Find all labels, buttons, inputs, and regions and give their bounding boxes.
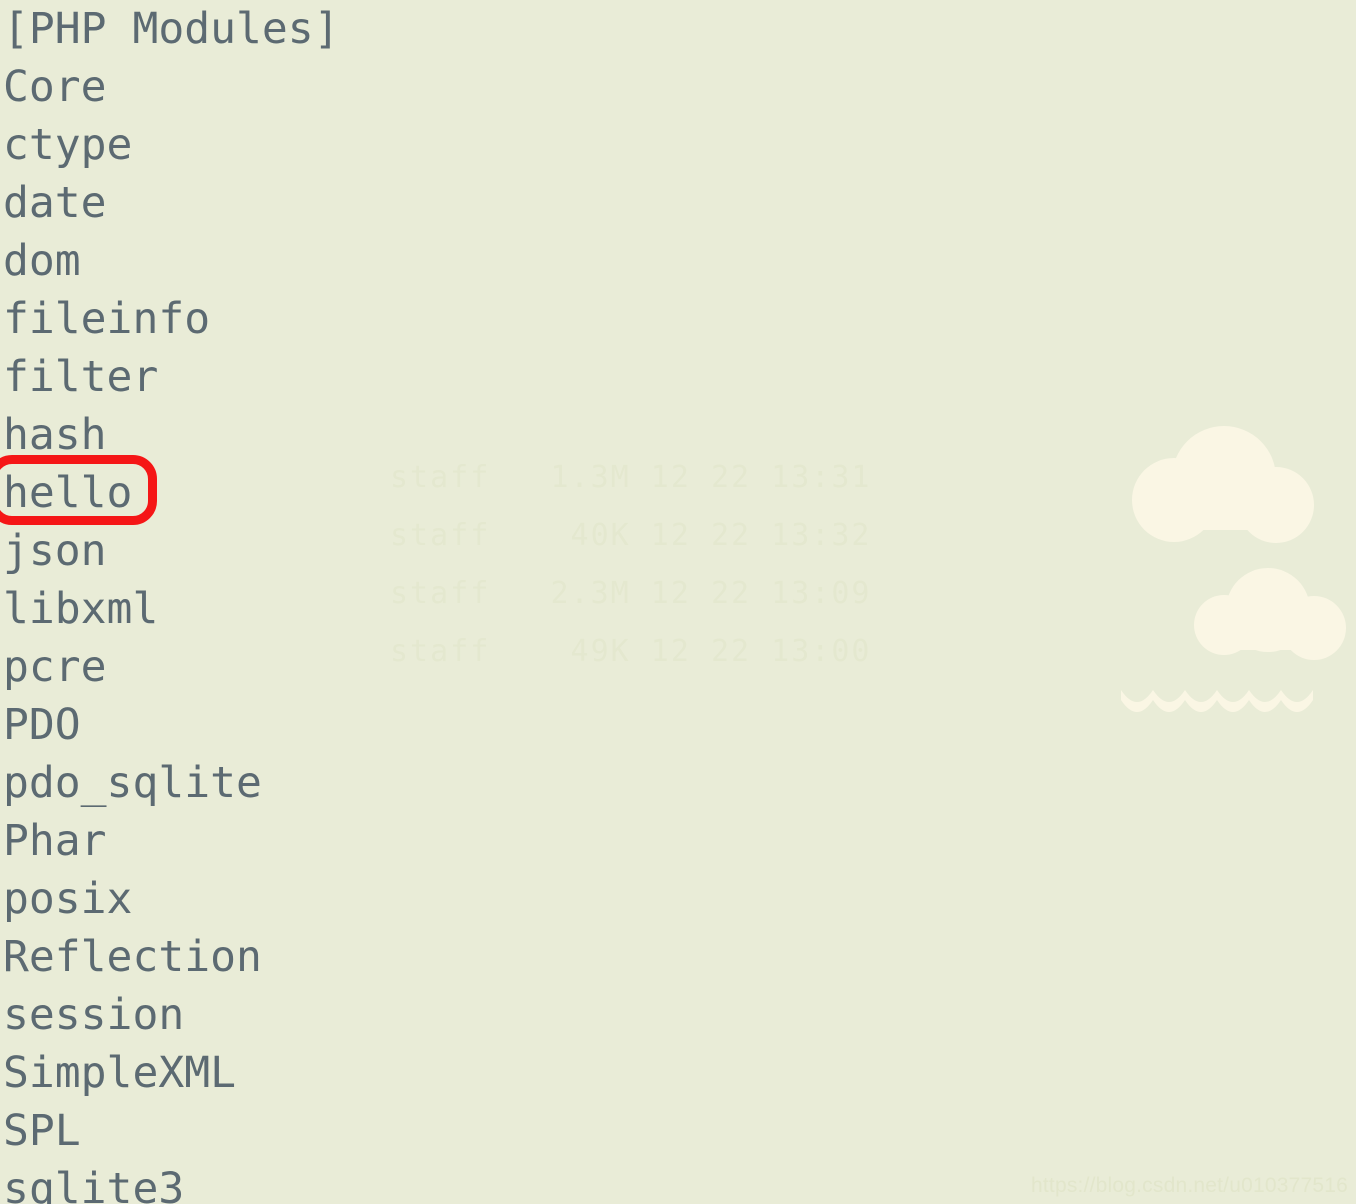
list-item: PDO <box>3 700 81 750</box>
list-item: session <box>3 990 185 1040</box>
cloud-icon <box>1194 568 1346 660</box>
list-item: date <box>3 178 107 228</box>
list-item: posix <box>3 874 133 924</box>
wave-pattern <box>1121 690 1313 712</box>
list-item: json <box>3 526 107 576</box>
list-item: filter <box>3 352 159 402</box>
list-item: Phar <box>3 816 107 866</box>
php-modules-list: [PHP Modules] Core ctype date dom filein… <box>0 0 1000 1204</box>
list-item: pcre <box>3 642 107 692</box>
watermark-text: https://blog.csdn.net/u010377516 <box>1031 1174 1348 1197</box>
list-item: Reflection <box>3 932 262 982</box>
module-list-header: [PHP Modules] <box>3 4 340 54</box>
cloud-icon <box>1132 426 1314 543</box>
list-item: hash <box>3 410 107 460</box>
list-item: pdo_sqlite <box>3 758 262 808</box>
list-item: fileinfo <box>3 294 211 344</box>
decorative-artwork <box>1096 0 1356 1204</box>
list-item: Core <box>3 62 107 112</box>
list-item: dom <box>3 236 81 286</box>
list-item: sqlite3 <box>3 1164 185 1204</box>
red-annotation-box <box>0 455 157 525</box>
list-item: SimpleXML <box>3 1048 236 1098</box>
list-item: libxml <box>3 584 159 634</box>
list-item: ctype <box>3 120 133 170</box>
list-item: SPL <box>3 1106 81 1156</box>
screenshot-root: staff 1.3M 12 22 13:31 staff 40K 12 22 1… <box>0 0 1356 1204</box>
